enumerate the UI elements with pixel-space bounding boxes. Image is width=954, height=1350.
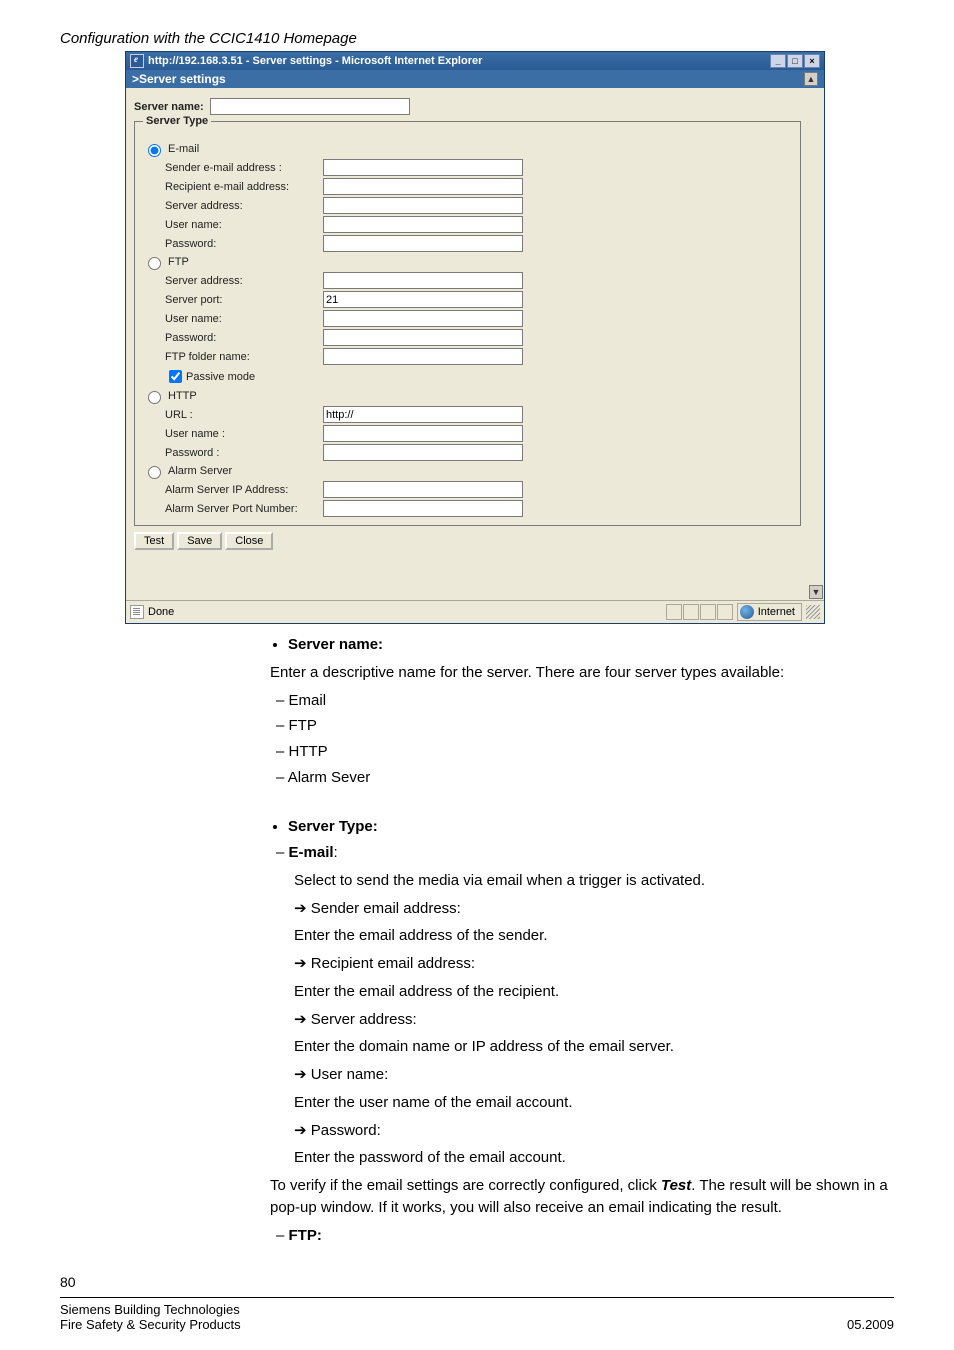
input-email-user[interactable] — [323, 216, 523, 233]
page-section-header: Configuration with the CCIC1410 Homepage — [60, 30, 894, 47]
radio-alarm[interactable] — [148, 466, 161, 479]
page-number: 80 — [60, 1274, 76, 1290]
input-email-pass[interactable] — [323, 235, 523, 252]
email-heading: E-mail — [289, 844, 334, 861]
zone-indicator: Internet — [737, 603, 802, 621]
scroll-down-button[interactable]: ▼ — [809, 585, 823, 599]
servername-heading: Server name: — [288, 636, 383, 653]
test-button[interactable]: Test — [134, 532, 174, 550]
checkbox-passive[interactable] — [169, 370, 182, 383]
radio-alarm-label: Alarm Server — [168, 465, 232, 477]
lbl-recipient: Recipient e-mail address: — [165, 181, 323, 193]
input-ftp-port[interactable] — [323, 291, 523, 308]
lbl-http-pass: Password : — [165, 447, 323, 459]
lbl-passive: Passive mode — [186, 371, 255, 383]
internet-zone-icon — [740, 605, 754, 619]
pass-desc: Enter the password of the email account. — [276, 1147, 894, 1169]
input-recipient[interactable] — [323, 178, 523, 195]
resize-grip-icon[interactable] — [806, 605, 820, 619]
save-button[interactable]: Save — [177, 532, 222, 550]
close-button[interactable]: Close — [225, 532, 273, 550]
page-footer: Siemens Building Technologies Fire Safet… — [60, 1297, 894, 1332]
lbl-email-user: User name: — [165, 219, 323, 231]
radio-http-label: HTTP — [168, 390, 197, 402]
lbl-ftp-port: Server port: — [165, 294, 323, 306]
ftp-heading: FTP: — [289, 1227, 322, 1244]
recip-title: Recipient email address: — [276, 953, 894, 975]
lbl-email-pass: Password: — [165, 238, 323, 250]
server-name-input[interactable] — [210, 98, 410, 115]
radio-ftp-label: FTP — [168, 256, 189, 268]
radio-email[interactable] — [148, 144, 161, 157]
lbl-http-url: URL : — [165, 409, 323, 421]
user-title: User name: — [276, 1064, 894, 1086]
input-alarm-ip[interactable] — [323, 481, 523, 498]
footer-date: 05.2009 — [847, 1317, 894, 1332]
footer-line2: Fire Safety & Security Products — [60, 1317, 241, 1332]
app-header: >Server settings ▲ — [126, 70, 824, 88]
servertype-heading: Server Type: — [288, 818, 378, 835]
lbl-alarm-port: Alarm Server Port Number: — [165, 503, 323, 515]
server-name-label: Server name: — [134, 101, 204, 113]
recip-desc: Enter the email address of the recipient… — [276, 981, 894, 1003]
zone-label: Internet — [758, 606, 795, 618]
lbl-ftp-server: Server address: — [165, 275, 323, 287]
verify-paragraph: To verify if the email settings are corr… — [270, 1175, 894, 1219]
sender-title: Sender email address: — [276, 898, 894, 920]
type-email: Email — [289, 692, 327, 709]
window-controls: _ □ × — [770, 54, 820, 68]
input-alarm-port[interactable] — [323, 500, 523, 517]
status-panes — [666, 604, 733, 620]
sender-desc: Enter the email address of the sender. — [276, 925, 894, 947]
radio-email-label: E-mail — [168, 143, 199, 155]
servername-desc: Enter a descriptive name for the server.… — [270, 662, 894, 684]
document-body: Server name: Enter a descriptive name fo… — [270, 634, 894, 1246]
input-sender[interactable] — [323, 159, 523, 176]
input-ftp-pass[interactable] — [323, 329, 523, 346]
input-http-pass[interactable] — [323, 444, 523, 461]
input-ftp-folder[interactable] — [323, 348, 523, 365]
lbl-ftp-folder: FTP folder name: — [165, 351, 323, 363]
lbl-alarm-ip: Alarm Server IP Address: — [165, 484, 323, 496]
scroll-up-button[interactable]: ▲ — [804, 72, 818, 86]
lbl-email-server: Server address: — [165, 200, 323, 212]
ie-title-text: http://192.168.3.51 - Server settings - … — [148, 55, 482, 67]
lbl-sender: Sender e-mail address : — [165, 162, 323, 174]
input-email-server[interactable] — [323, 197, 523, 214]
srv-desc: Enter the domain name or IP address of t… — [276, 1036, 894, 1058]
input-http-user[interactable] — [323, 425, 523, 442]
page-icon — [130, 605, 144, 619]
minimize-button[interactable]: _ — [770, 54, 786, 68]
fieldset-legend: Server Type — [143, 115, 211, 127]
server-type-fieldset: Server Type E-mail Sender e-mail address… — [134, 121, 801, 526]
lbl-ftp-user: User name: — [165, 313, 323, 325]
maximize-button[interactable]: □ — [787, 54, 803, 68]
email-desc: Select to send the media via email when … — [276, 870, 894, 892]
input-http-url[interactable] — [323, 406, 523, 423]
footer-line1: Siemens Building Technologies — [60, 1302, 241, 1317]
ie-statusbar: Done Internet — [126, 600, 824, 623]
status-text: Done — [148, 606, 174, 618]
type-alarm: Alarm Sever — [288, 769, 371, 786]
radio-ftp[interactable] — [148, 257, 161, 270]
type-http: HTTP — [289, 743, 328, 760]
lbl-http-user: User name : — [165, 428, 323, 440]
ie-window: http://192.168.3.51 - Server settings - … — [125, 51, 825, 624]
pass-title: Password: — [276, 1120, 894, 1142]
type-ftp: FTP — [289, 717, 317, 734]
input-ftp-user[interactable] — [323, 310, 523, 327]
app-header-text: >Server settings — [132, 72, 226, 86]
close-window-button[interactable]: × — [804, 54, 820, 68]
input-ftp-server[interactable] — [323, 272, 523, 289]
lbl-ftp-pass: Password: — [165, 332, 323, 344]
radio-http[interactable] — [148, 391, 161, 404]
ie-titlebar: http://192.168.3.51 - Server settings - … — [126, 52, 824, 70]
user-desc: Enter the user name of the email account… — [276, 1092, 894, 1114]
srv-title: Server address: — [276, 1009, 894, 1031]
ie-logo-icon — [130, 54, 144, 68]
